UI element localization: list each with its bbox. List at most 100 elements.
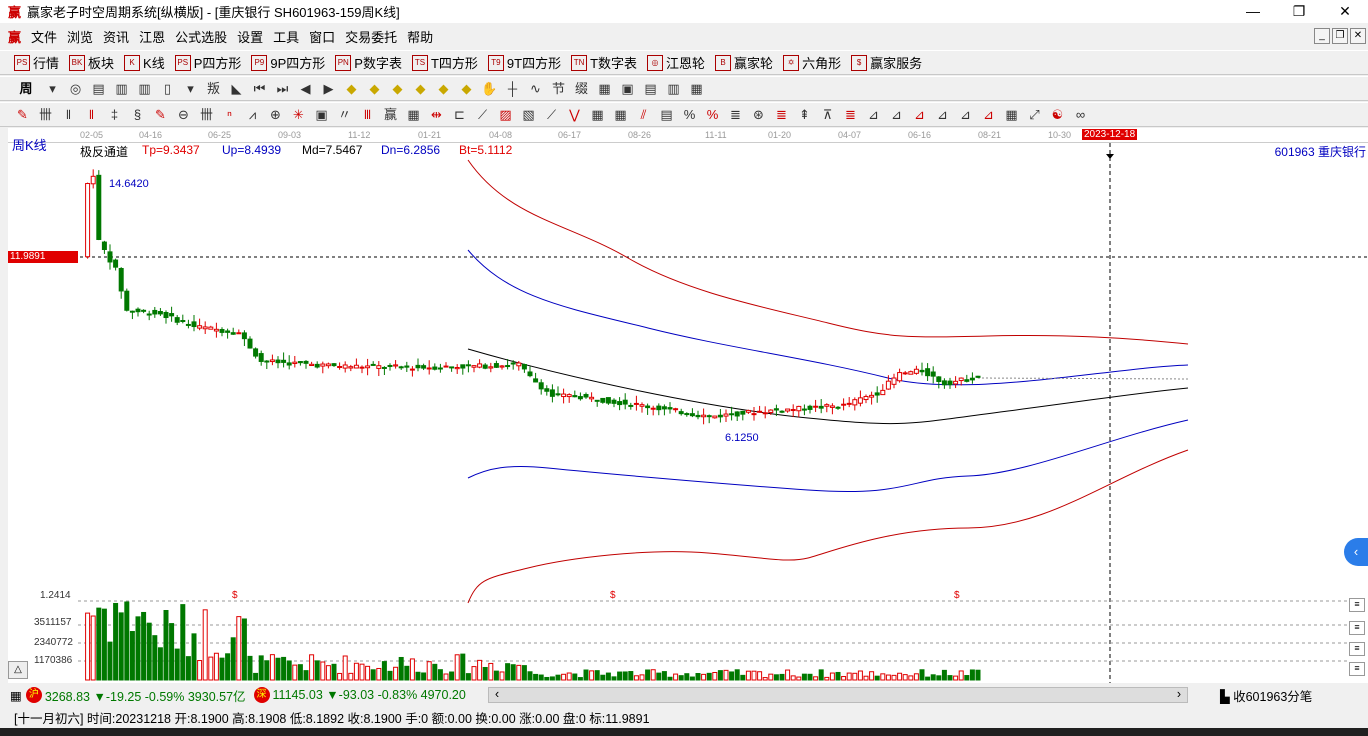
drawing-tool-icon[interactable]: ▦ [1003,106,1020,123]
toolbar-button-2[interactable]: K K线 [124,53,165,72]
expand-toggle[interactable]: △ [8,661,28,679]
drawing-tool-icon[interactable]: ▤ [658,106,675,123]
minimize-button[interactable]: — [1230,0,1276,23]
quote-table-icon[interactable]: ▦ [10,688,22,703]
chart-tool-icon[interactable]: ◆ [389,80,406,97]
menu-tools[interactable]: 工具 [273,27,299,46]
drawing-tool-icon[interactable]: ▨ [497,106,514,123]
chart-tool-icon[interactable]: ◣ [228,80,245,97]
chart-tool-icon[interactable]: ∿ [527,80,544,97]
drawing-tool-icon[interactable]: ⊿ [957,106,974,123]
mdi-close-button[interactable]: ✕ [1350,28,1366,44]
toolbar-button-7[interactable]: T9 9T四方形 [487,53,561,72]
drawing-tool-icon[interactable]: ⊖ [175,106,192,123]
drawing-tool-icon[interactable]: ∞ [1072,106,1089,123]
toolbar-button-12[interactable]: $ 赢家服务 [851,53,922,72]
toolbar-button-11[interactable]: ✡ 六角形 [783,53,841,72]
drawing-tool-icon[interactable]: ✳ [290,106,307,123]
drawing-tool-icon[interactable]: % [681,106,698,123]
toolbar-button-10[interactable]: B 赢家轮 [715,53,773,72]
drawing-tool-icon[interactable]: 卌 [37,106,54,123]
menu-window[interactable]: 窗口 [309,27,335,46]
menu-settings[interactable]: 设置 [237,27,263,46]
drawing-tool-icon[interactable]: ⊕ [267,106,284,123]
chart-tool-icon[interactable]: ◆ [343,80,360,97]
drawing-tool-icon[interactable]: § [129,106,146,123]
chart-tool-icon[interactable]: ▤ [642,80,659,97]
chart-tool-icon[interactable]: ▾ [44,80,61,97]
drawing-tool-icon[interactable]: ⫽ [635,106,652,123]
side-panel-toggle[interactable]: ‹ [1344,538,1368,566]
chart-tool-icon[interactable]: ▥ [665,80,682,97]
chart-tool-icon[interactable]: ▦ [688,80,705,97]
drawing-tool-icon[interactable]: ⊿ [888,106,905,123]
drawing-tool-icon[interactable]: ⊿ [911,106,928,123]
scroll-left-icon[interactable]: ‹ [495,687,499,701]
drawing-tool-icon[interactable]: ≣ [727,106,744,123]
toolbar-button-3[interactable]: PS P四方形 [174,53,241,72]
drawing-tool-icon[interactable]: ⊿ [934,106,951,123]
chart-tool-icon[interactable]: ▶ [320,80,337,97]
chart-tool-icon[interactable]: ▯ [159,80,176,97]
chart-tool-icon[interactable]: ◀ [297,80,314,97]
drawing-tool-icon[interactable]: ⇞ [796,106,813,123]
chart-tool-icon[interactable]: ◆ [366,80,383,97]
drawing-tool-icon[interactable]: 𝍪 [83,106,100,123]
drawing-tool-icon[interactable]: ⁿ [221,106,238,123]
chart-tool-icon[interactable]: ◆ [412,80,429,97]
drawing-tool-icon[interactable]: ▧ [520,106,537,123]
drawing-tool-icon[interactable]: ▦ [405,106,422,123]
chart-tool-icon[interactable]: 节 [550,80,567,97]
drawing-tool-icon[interactable]: ▦ [589,106,606,123]
zoom-button[interactable]: ≡ [1349,621,1365,635]
chart-tool-icon[interactable]: ▥ [113,80,130,97]
menu-formula[interactable]: 公式选股 [175,27,227,46]
zoom-button[interactable]: ≡ [1349,598,1365,612]
chart-tool-icon[interactable]: 叛 [205,80,222,97]
chart-tool-icon[interactable]: ┼ [504,80,521,97]
chart-tool-icon[interactable]: ▥ [136,80,153,97]
mdi-restore-button[interactable]: ❐ [1332,28,1348,44]
zoom-button[interactable]: ≡ [1349,662,1365,676]
drawing-tool-icon[interactable]: ⟋ [543,106,560,123]
chart-tool-icon[interactable]: ▤ [90,80,107,97]
close-button[interactable]: ✕ [1322,0,1368,23]
toolbar-button-0[interactable]: PS 行情 [14,53,59,72]
drawing-tool-icon[interactable]: ▦ [612,106,629,123]
drawing-tool-icon[interactable]: 〃 [336,106,353,123]
drawing-tool-icon[interactable]: ⊿ [980,106,997,123]
drawing-tool-icon[interactable]: ⊿ [865,106,882,123]
chart-tool-icon[interactable]: ⏮ [251,80,268,97]
drawing-tool-icon[interactable]: ‡ [106,106,123,123]
toolbar-button-6[interactable]: TS T四方形 [411,53,478,72]
period-select[interactable]: 周 [14,80,38,97]
tick-data-button[interactable]: ▙ 收601963分笔 [1220,686,1312,705]
menu-help[interactable]: 帮助 [407,27,433,46]
zoom-button[interactable]: ≡ [1349,642,1365,656]
drawing-tool-icon[interactable]: ✎ [152,106,169,123]
horizontal-scrollbar[interactable]: ‹ › [488,687,1188,703]
chart-tool-icon[interactable]: ▣ [619,80,636,97]
chart-tool-icon[interactable]: ⏭ [274,80,291,97]
menu-file[interactable]: 文件 [31,27,57,46]
drawing-tool-icon[interactable]: ☯ [1049,106,1066,123]
chart-tool-icon[interactable]: ◎ [67,80,84,97]
drawing-tool-icon[interactable]: ⊛ [750,106,767,123]
toolbar-button-5[interactable]: PN P数字表 [335,53,402,72]
toolbar-button-4[interactable]: P9 9P四方形 [251,53,325,72]
drawing-tool-icon[interactable]: ⊏ [451,106,468,123]
chart-tool-icon[interactable]: ▾ [182,80,199,97]
drawing-tool-icon[interactable]: 卌 [198,106,215,123]
drawing-tool-icon[interactable]: % [704,106,721,123]
maximize-button[interactable]: ❐ [1276,0,1322,23]
drawing-tool-icon[interactable]: ▣ [313,106,330,123]
chart-tool-icon[interactable]: ✋ [481,80,498,97]
menu-trade[interactable]: 交易委托 [345,27,397,46]
drawing-tool-icon[interactable]: ⟋ [474,106,491,123]
toolbar-button-8[interactable]: TN T数字表 [571,53,637,72]
chart-tool-icon[interactable]: ▦ [596,80,613,97]
drawing-tool-icon[interactable]: ≣ [842,106,859,123]
drawing-tool-icon[interactable]: ⊼ [819,106,836,123]
chart-tool-icon[interactable]: 缀 [573,80,590,97]
menu-gann[interactable]: 江恩 [139,27,165,46]
